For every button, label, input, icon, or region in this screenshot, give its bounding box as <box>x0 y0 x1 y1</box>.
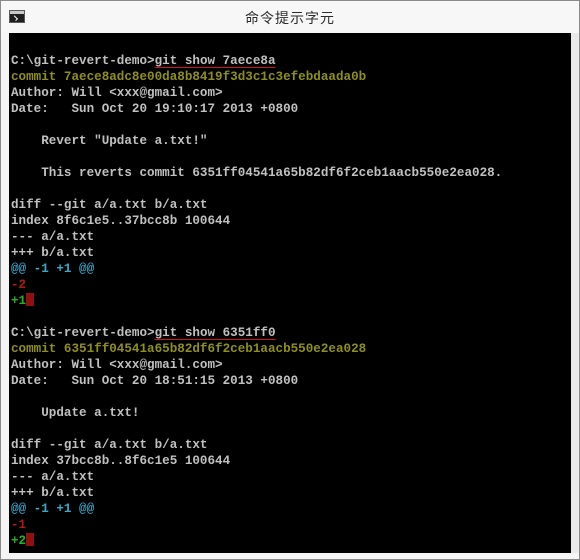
author-line: Author: Will <xxx@gmail.com> <box>11 358 223 372</box>
prompt: C:\git-revert-demo> <box>11 54 155 68</box>
trailing-whitespace-marker <box>26 533 35 546</box>
diff-new-file-line: +++ b/a.txt <box>11 486 95 500</box>
diff-old-file-line: --- a/a.txt <box>11 470 95 484</box>
commit-line: commit 6351ff04541a65b82df6f2ceb1aacb550… <box>11 342 367 356</box>
diff-added-line: +2 <box>11 533 35 549</box>
console-output[interactable]: C:\git-revert-demo>git show 7aece8a comm… <box>9 33 571 553</box>
console-window: 命令提示字元 C:\git-revert-demo>git show 7aece… <box>0 0 580 560</box>
window-frame-bottom <box>1 553 579 559</box>
author-line: Author: Will <xxx@gmail.com> <box>11 86 223 100</box>
diff-added-text: +2 <box>11 534 27 548</box>
diff-added-text: +1 <box>11 294 27 308</box>
trailing-whitespace-marker <box>26 293 35 306</box>
diff-new-file-line: +++ b/a.txt <box>11 246 95 260</box>
prompt-line: C:\git-revert-demo>git show 7aece8a <box>11 53 276 69</box>
commit-message-line: Update a.txt! <box>11 406 140 420</box>
diff-hunk-line: @@ -1 +1 @@ <box>11 262 95 276</box>
date-line: Date: Sun Oct 20 19:10:17 2013 +0800 <box>11 102 299 116</box>
title-bar[interactable]: 命令提示字元 <box>1 1 579 33</box>
commit-message-body-line: This reverts commit 6351ff04541a65b82df6… <box>11 166 503 180</box>
commit-message-line: Revert "Update a.txt!" <box>11 134 208 148</box>
vertical-scrollbar[interactable] <box>571 33 579 553</box>
diff-removed-line: -1 <box>11 518 27 532</box>
command-text: git show 6351ff0 <box>154 326 276 340</box>
commit-line: commit 7aece8adc8e00da8b8419f3d3c1c3efeb… <box>11 70 367 84</box>
command-text: git show 7aece8a <box>154 54 276 68</box>
prompt-line: C:\git-revert-demo>git show 6351ff0 <box>11 325 276 341</box>
diff-header-line: diff --git a/a.txt b/a.txt <box>11 198 208 212</box>
diff-added-line: +1 <box>11 293 35 309</box>
prompt: C:\git-revert-demo> <box>11 326 155 340</box>
diff-hunk-line: @@ -1 +1 @@ <box>11 502 95 516</box>
diff-header-line: diff --git a/a.txt b/a.txt <box>11 438 208 452</box>
window-title: 命令提示字元 <box>245 11 335 27</box>
diff-removed-line: -2 <box>11 278 27 292</box>
date-line: Date: Sun Oct 20 18:51:15 2013 +0800 <box>11 374 299 388</box>
diff-index-line: index 37bcc8b..8f6c1e5 100644 <box>11 454 231 468</box>
diff-index-line: index 8f6c1e5..37bcc8b 100644 <box>11 214 231 228</box>
diff-old-file-line: --- a/a.txt <box>11 230 95 244</box>
